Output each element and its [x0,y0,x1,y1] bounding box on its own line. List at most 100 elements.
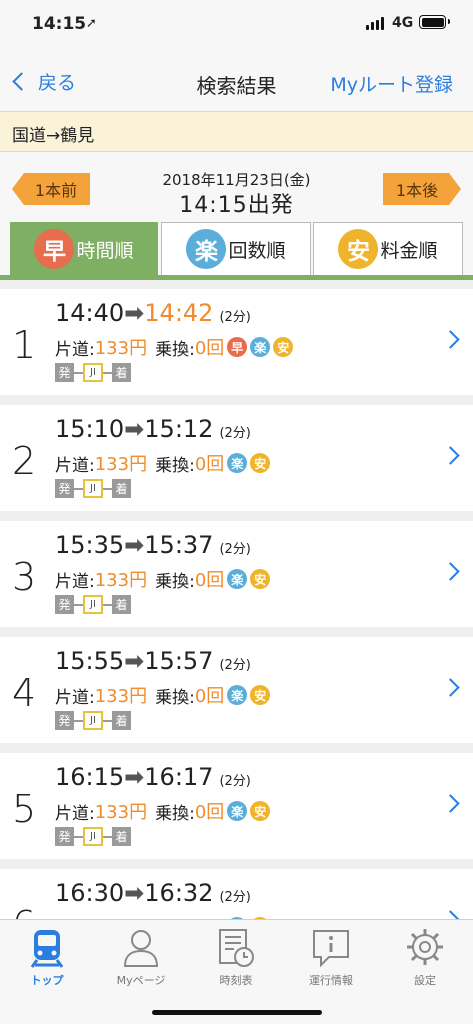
battery-icon [419,15,450,29]
fare-label: 片道: [55,687,95,708]
depart-time: 16:30 [55,879,125,907]
depart-time: 14:40 [55,299,125,327]
fare-label: 片道: [55,339,95,360]
status-bar: 14:15 ➚ 4G [0,0,473,50]
next-train-button[interactable]: 1本後 [383,173,461,205]
status-time: 14:15 [32,14,87,34]
arrive-time: 16:17 [144,763,214,791]
tab-bar: トップ Myページ 時刻表 運行情報 設定 [0,919,473,1024]
tab-fare-order[interactable]: 安 料金順 [313,222,463,275]
tabbar-label: 時刻表 [219,974,253,987]
fare-value: 133円 [94,686,148,707]
line-marker: JI [83,711,103,730]
start-marker: 発 [55,711,74,730]
tabbar-label: Myページ [116,974,166,987]
line-marker: JI [83,479,103,498]
easy-badge-icon: 楽 [186,229,227,269]
fare-label: 片道: [55,455,95,476]
tabbar-mypage[interactable]: Myページ [94,925,188,995]
result-times: 14:40➡14:42 (2分) [55,299,251,327]
info-icon [313,930,349,968]
fare-value: 133円 [94,338,148,359]
result-times: 15:35➡15:37 (2分) [55,531,251,559]
fare-label: 片道: [55,803,95,824]
tabbar-service-info[interactable]: 運行情報 [284,925,378,995]
fare-label: 片道: [55,571,95,592]
route-path: 発 JI 着 [55,711,131,730]
myroute-register-button[interactable]: Myルート登録 [330,70,453,97]
result-times: 15:55➡15:57 (2分) [55,647,251,675]
signal-icon [366,17,388,30]
fast-badge-icon: 早 [34,229,75,269]
easy-badge-icon: 楽 [227,453,248,473]
result-index: 3 [12,555,37,599]
line-marker: JI [83,595,103,614]
transfer-value: 0回 [194,454,225,475]
tab-transfer-order[interactable]: 楽 回数順 [161,222,311,275]
easy-badge-icon: 楽 [227,569,248,589]
transfer-value: 0回 [194,338,225,359]
home-indicator [152,1010,322,1015]
transfer-value: 0回 [194,686,225,707]
transfer-label: 乗換: [155,803,195,824]
transfer-value: 0回 [194,570,225,591]
duration: (2分) [219,890,251,905]
tabbar-timetable[interactable]: 時刻表 [189,925,283,995]
cheap-badge-icon: 安 [250,801,271,821]
easy-badge-icon: 楽 [250,337,271,357]
result-info: 片道:133円乗換:0回楽安 [55,566,271,592]
chevron-right-icon [441,910,460,919]
timetable-icon [219,929,254,967]
tabbar-label: 運行情報 [309,974,353,987]
cheap-badge-icon: 安 [250,453,271,473]
cheap-badge-icon: 安 [273,337,294,357]
tabbar-settings[interactable]: 設定 [378,925,472,995]
transfer-label: 乗換: [155,339,195,360]
duration: (2分) [219,774,251,789]
result-index: 2 [12,439,37,483]
arrow-right-icon: ➡ [124,647,145,675]
easy-badge-icon: 楽 [227,685,248,705]
cheap-badge-icon: 安 [250,685,271,705]
route-text: 国道→鶴見 [12,126,95,146]
result-times: 15:10➡15:12 (2分) [55,415,251,443]
route-path: 発 JI 着 [55,595,131,614]
fare-value: 133円 [94,802,148,823]
tab-label: 料金順 [380,239,438,262]
end-marker: 着 [112,827,131,846]
result-row[interactable]: 616:30➡16:32(2分)片道:133円乗換:0回楽安発JI着 [0,869,473,919]
result-info: 片道:133円乗換:0回楽安 [55,450,271,476]
result-index: 5 [12,787,37,831]
network-type: 4G [392,15,414,31]
fare-value: 133円 [94,570,148,591]
route-path: 発 JI 着 [55,479,131,498]
nav-bar: 戻る 検索結果 Myルート登録 [0,50,473,112]
end-marker: 着 [112,595,131,614]
result-row[interactable]: 1 14:40➡14:42 (2分) 片道: 133円 乗換: 0回早楽安発 JI 着 [0,289,473,395]
result-info: 片道:133円乗換:0回楽安 [55,682,271,708]
result-times: 16:15➡16:17 (2分) [55,763,251,791]
route-bar: 国道→鶴見 [0,112,473,152]
tab-time-order[interactable]: 早 時間順 [10,222,158,275]
chevron-right-icon [441,330,460,349]
easy-badge-icon: 楽 [227,801,248,821]
tabbar-label: 設定 [414,974,436,987]
route-path: 発 JI 着 [55,363,131,382]
arrive-time: 14:42 [144,299,214,327]
result-row[interactable]: 4 15:55➡15:57 (2分) 片道: 133円 乗換: 0回楽安発 JI 着 [0,637,473,743]
result-row[interactable]: 5 16:15➡16:17 (2分) 片道: 133円 乗換: 0回楽安発 JI 着 [0,753,473,859]
person-icon [123,930,159,967]
fare-value: 133円 [94,454,148,475]
arrive-time: 15:37 [144,531,214,559]
tabbar-top[interactable]: トップ [0,925,94,995]
arrive-time: 16:32 [144,879,214,907]
arrow-right-icon: ➡ [124,531,145,559]
result-row[interactable]: 2 15:10➡15:12 (2分) 片道: 133円 乗換: 0回楽安発 JI 着 [0,405,473,511]
result-row[interactable]: 3 15:35➡15:37 (2分) 片道: 133円 乗換: 0回楽安発 JI 着 [0,521,473,627]
arrow-right-icon: ➡ [124,763,145,791]
transfer-label: 乗換: [155,571,195,592]
depart-time: 15:55 [55,647,125,675]
date-area: 1本前 2018年11月23日(金) 14:15出発 1本後 [0,152,473,218]
fast-badge-icon: 早 [227,337,248,357]
line-marker: JI [83,827,103,846]
